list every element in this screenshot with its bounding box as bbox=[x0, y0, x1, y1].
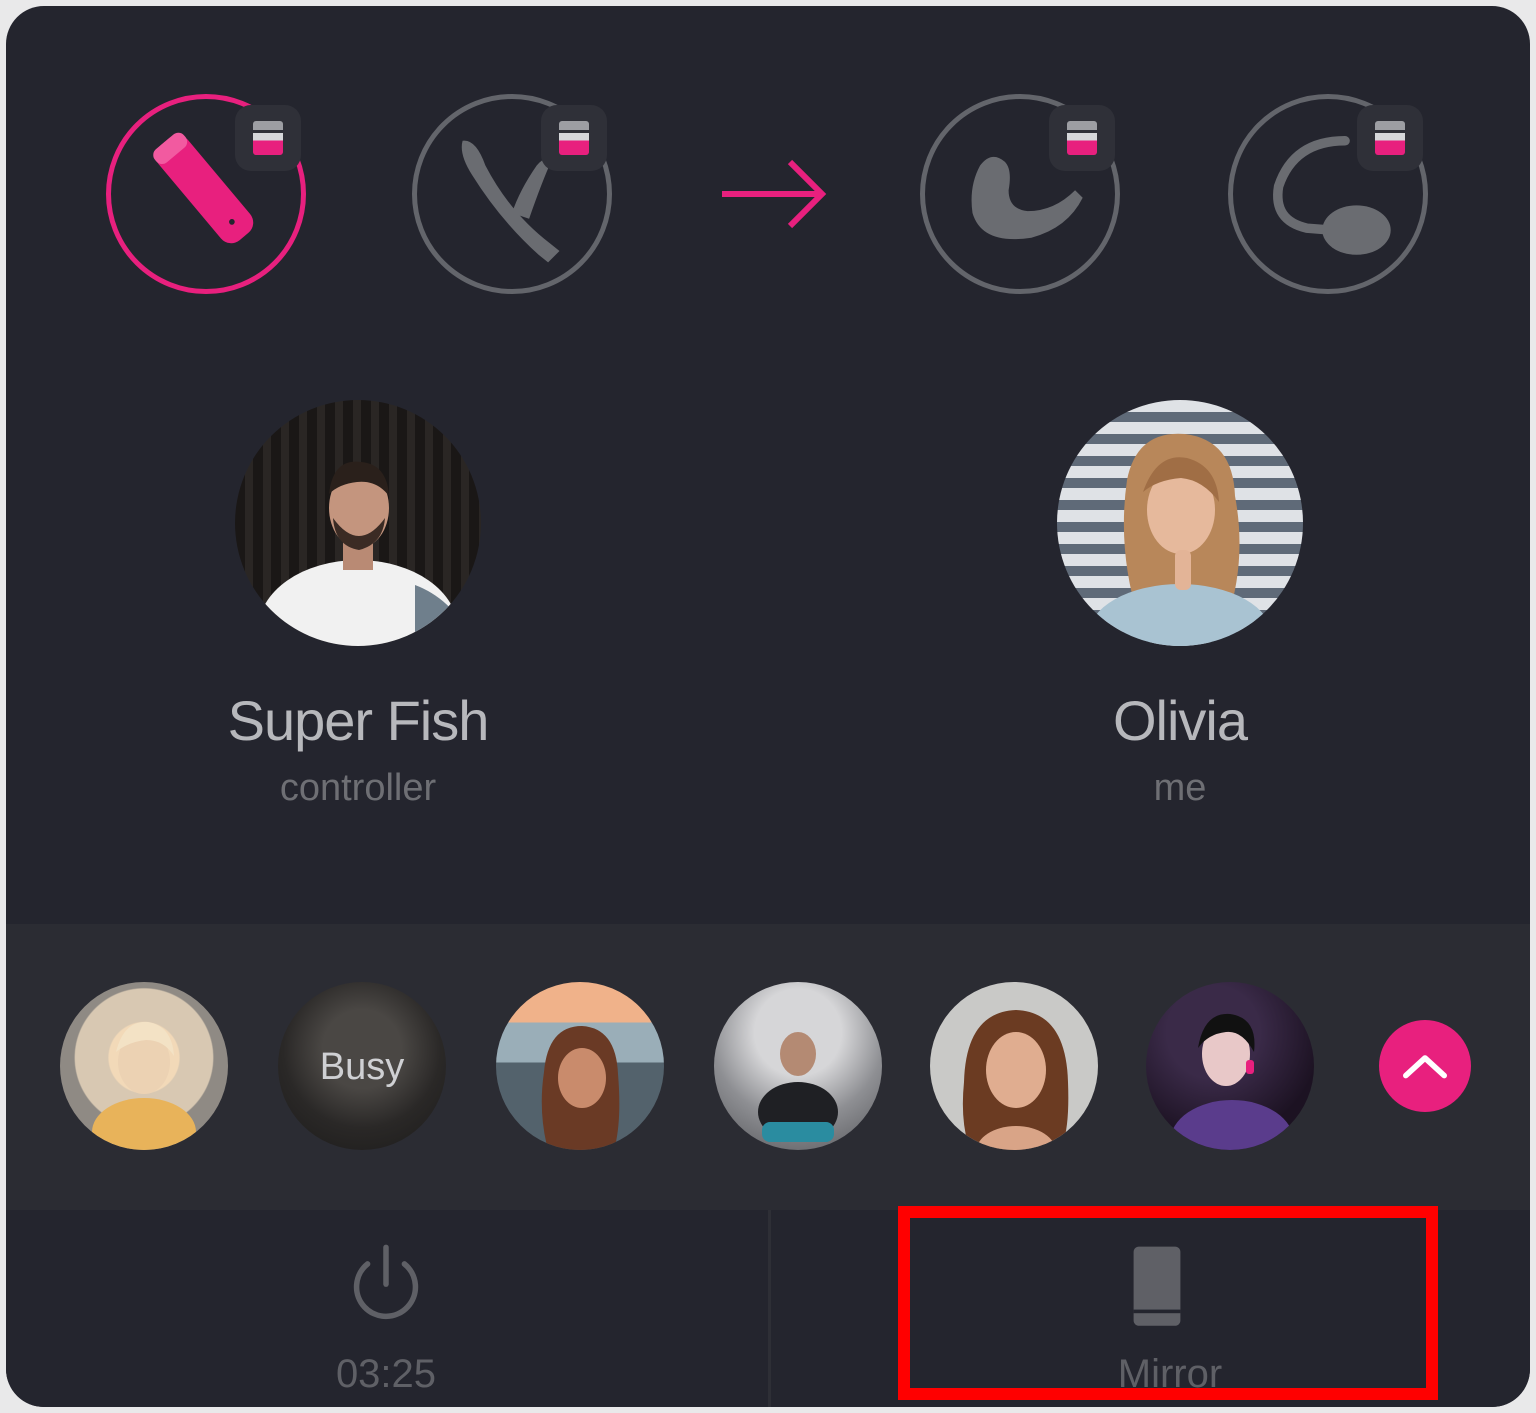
me-name: Olivia bbox=[1112, 689, 1248, 752]
power-button[interactable]: 03:25 bbox=[286, 1240, 486, 1400]
me-role: me bbox=[1153, 767, 1207, 809]
control-panel: Super Fish controller Olivia me Busy 03:… bbox=[6, 6, 1530, 1407]
device-bullet[interactable] bbox=[106, 94, 306, 294]
me-card: Olivia me bbox=[1000, 400, 1360, 810]
controller-avatar[interactable] bbox=[235, 400, 481, 646]
device-prostate[interactable] bbox=[920, 94, 1120, 294]
battery-icon bbox=[1049, 105, 1115, 171]
friend-avatar[interactable] bbox=[60, 982, 228, 1150]
divider bbox=[768, 1210, 771, 1407]
device-egg[interactable] bbox=[1228, 94, 1428, 294]
friend-avatar[interactable] bbox=[1146, 982, 1314, 1150]
friend-avatar-busy[interactable]: Busy bbox=[278, 982, 446, 1150]
friend-avatar[interactable] bbox=[496, 982, 664, 1150]
chevron-up-icon bbox=[1403, 1055, 1447, 1079]
collapse-button[interactable] bbox=[1379, 1020, 1471, 1112]
controller-role: controller bbox=[279, 767, 437, 809]
battery-icon bbox=[541, 105, 607, 171]
arrow-right-icon bbox=[722, 159, 827, 229]
device-rabbit[interactable] bbox=[412, 94, 612, 294]
friend-avatar[interactable] bbox=[714, 982, 882, 1150]
controller-card: Super Fish controller bbox=[178, 400, 538, 810]
highlight-box bbox=[898, 1206, 1438, 1400]
timer-label: 03:25 bbox=[335, 1352, 437, 1396]
battery-icon bbox=[235, 105, 301, 171]
battery-icon bbox=[1357, 105, 1423, 171]
friend-avatar[interactable] bbox=[930, 982, 1098, 1150]
friends-list: Busy bbox=[6, 924, 1530, 1210]
power-icon bbox=[353, 1244, 419, 1320]
busy-badge: Busy bbox=[319, 1046, 405, 1088]
controller-name: Super Fish bbox=[227, 689, 490, 752]
me-avatar[interactable] bbox=[1057, 400, 1303, 646]
